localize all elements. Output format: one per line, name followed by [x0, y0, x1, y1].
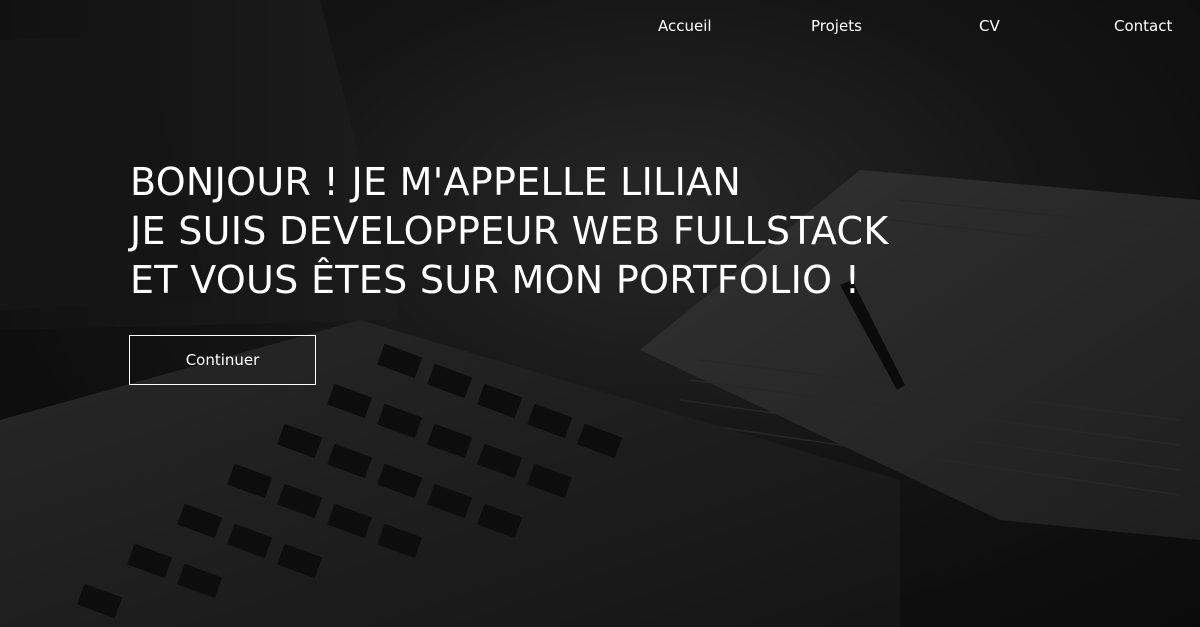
nav-item-cv[interactable]: CV — [979, 17, 1000, 35]
hero-section: Accueil Projets CV Contact BONJOUR ! JE … — [0, 0, 1200, 627]
nav-item-accueil[interactable]: Accueil — [658, 17, 712, 35]
nav-item-projets[interactable]: Projets — [811, 17, 862, 35]
hero-headline: BONJOUR ! JE M'APPELLE LILIAN JE SUIS DE… — [130, 158, 889, 305]
headline-line-2: JE SUIS DEVELOPPEUR WEB FULLSTACK — [130, 209, 889, 253]
continue-button[interactable]: Continuer — [129, 335, 316, 385]
headline-line-1: BONJOUR ! JE M'APPELLE LILIAN — [130, 160, 742, 204]
dark-overlay — [0, 0, 1200, 627]
nav-item-contact[interactable]: Contact — [1114, 17, 1172, 35]
headline-line-3: ET VOUS ÊTES SUR MON PORTFOLIO ! — [130, 258, 861, 302]
